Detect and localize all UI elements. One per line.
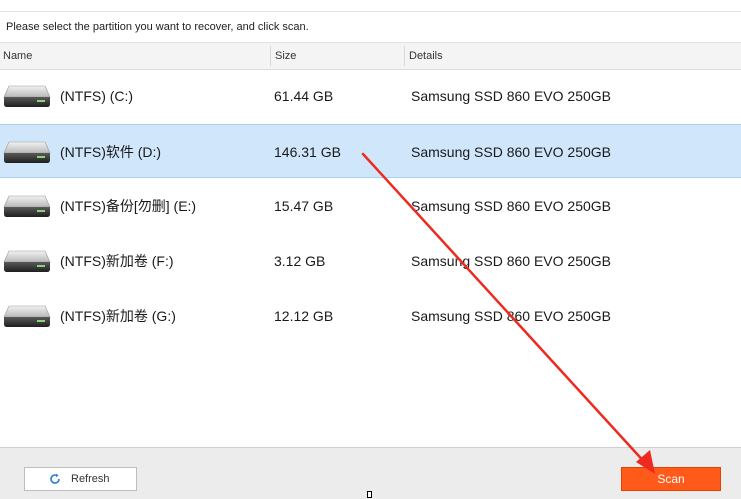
partition-name: (NTFS)软件 (D:): [60, 144, 162, 160]
table-header: Name Size Details: [0, 42, 741, 70]
hard-drive-icon: [3, 141, 51, 163]
partition-details: Samsung SSD 860 EVO 250GB: [411, 144, 611, 160]
partition-details: Samsung SSD 860 EVO 250GB: [411, 308, 611, 324]
hard-drive-icon: [3, 85, 51, 107]
column-divider[interactable]: [404, 46, 405, 66]
partition-size: 15.47 GB: [274, 198, 334, 214]
mouse-cursor: [367, 491, 372, 498]
top-strip: [0, 0, 741, 12]
instruction-text: Please select the partition you want to …: [6, 21, 309, 33]
partition-size: 61.44 GB: [274, 88, 334, 104]
partition-row[interactable]: (NTFS)备份[勿删] (E:) 15.47 GB Samsung SSD 8…: [0, 179, 741, 233]
scan-button[interactable]: Scan: [621, 467, 721, 491]
partition-details: Samsung SSD 860 EVO 250GB: [411, 88, 611, 104]
partition-size: 146.31 GB: [274, 144, 341, 160]
partition-size: 12.12 GB: [274, 308, 334, 324]
partition-name: (NTFS)新加卷 (G:): [60, 308, 176, 324]
refresh-button[interactable]: Refresh: [24, 467, 137, 491]
partition-details: Samsung SSD 860 EVO 250GB: [411, 198, 611, 214]
partition-name: (NTFS)新加卷 (F:): [60, 253, 174, 269]
partition-row[interactable]: (NTFS)新加卷 (F:) 3.12 GB Samsung SSD 860 E…: [0, 234, 741, 288]
partition-row[interactable]: (NTFS)新加卷 (G:) 12.12 GB Samsung SSD 860 …: [0, 289, 741, 343]
column-header-name[interactable]: Name: [3, 43, 32, 69]
partition-name: (NTFS) (C:): [60, 88, 134, 104]
partition-name: (NTFS)备份[勿删] (E:): [60, 198, 197, 214]
column-divider[interactable]: [270, 46, 271, 66]
partition-row[interactable]: (NTFS) (C:) 61.44 GB Samsung SSD 860 EVO…: [0, 69, 741, 123]
partition-details: Samsung SSD 860 EVO 250GB: [411, 253, 611, 269]
partition-size: 3.12 GB: [274, 253, 326, 269]
column-header-size[interactable]: Size: [275, 43, 296, 69]
hard-drive-icon: [3, 250, 51, 272]
hard-drive-icon: [3, 305, 51, 327]
refresh-icon: [50, 473, 60, 484]
refresh-label: Refresh: [71, 473, 110, 485]
column-header-details[interactable]: Details: [409, 43, 443, 69]
partition-row[interactable]: (NTFS)软件 (D:) 146.31 GB Samsung SSD 860 …: [0, 124, 741, 178]
hard-drive-icon: [3, 195, 51, 217]
